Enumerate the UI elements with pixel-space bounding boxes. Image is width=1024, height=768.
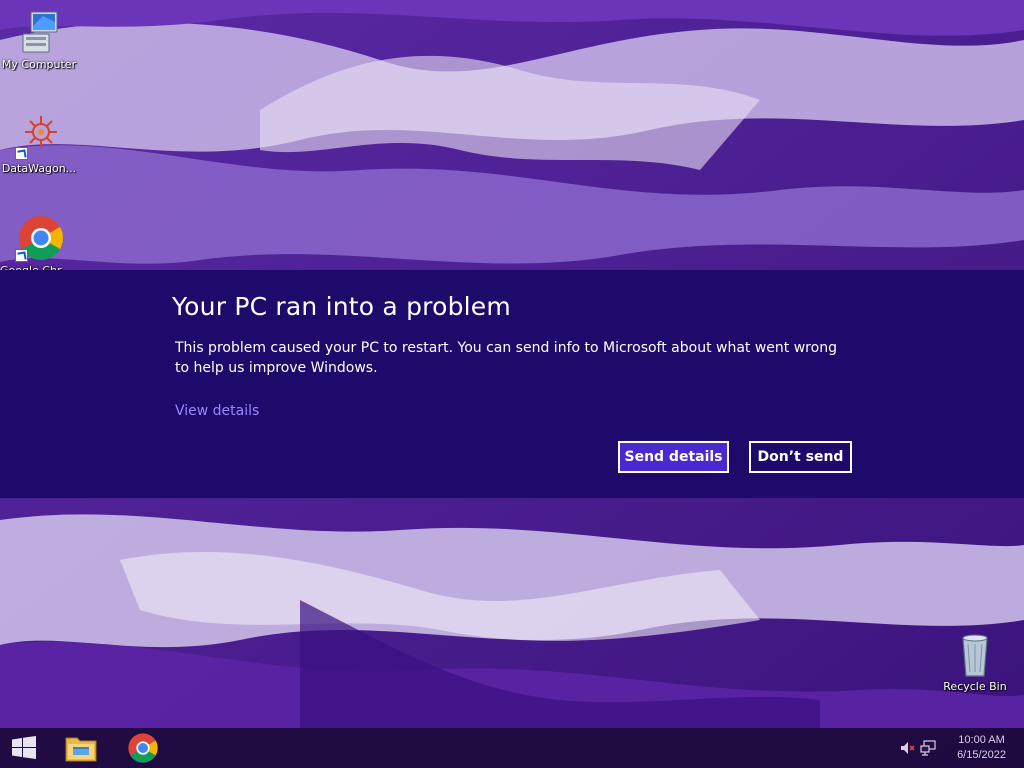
recycle-bin-icon <box>951 630 999 678</box>
desktop-icon-datawagon[interactable]: DataWagon... <box>0 112 78 175</box>
dialog-message: This problem caused your PC to restart. … <box>175 340 837 376</box>
network-icon <box>920 740 936 756</box>
network-button[interactable] <box>918 728 938 768</box>
dont-send-button[interactable]: Don’t send <box>749 441 852 473</box>
clock[interactable]: 10:00 AM 6/15/2022 <box>957 733 1006 763</box>
file-explorer-icon <box>65 737 97 762</box>
clock-time: 10:00 AM <box>958 734 1005 746</box>
desktop-icon-label: DataWagon... <box>1 162 77 175</box>
view-details-link[interactable]: View details <box>175 403 259 419</box>
computer-icon <box>15 8 63 56</box>
desktop-icon-recycle-bin[interactable]: Recycle Bin <box>936 630 1014 693</box>
volume-muted-icon <box>901 742 915 754</box>
desktop-icon-label: Recycle Bin <box>943 680 1007 693</box>
shortcut-arrow-icon <box>15 147 28 160</box>
desktop: My Computer DataWagon... Recycle Bin You… <box>0 0 1024 768</box>
volume-button[interactable] <box>898 728 918 768</box>
desktop-icon-chrome[interactable]: Google Chrome <box>0 214 78 277</box>
chrome-icon <box>128 733 158 763</box>
shortcut-arrow-icon <box>15 249 28 262</box>
start-button[interactable] <box>0 728 48 768</box>
taskbar: 10:00 AM 6/15/2022 <box>0 728 1024 768</box>
desktop-icon-label: My Computer <box>1 58 77 71</box>
windows-start-icon <box>12 736 36 759</box>
taskbar-file-explorer[interactable] <box>56 728 106 768</box>
problem-dialog: Your PC ran into a problem This problem … <box>0 270 1024 498</box>
chrome-icon <box>15 214 63 262</box>
datawagon-icon <box>15 112 63 160</box>
system-tray: 10:00 AM 6/15/2022 <box>884 728 1024 768</box>
send-details-button[interactable]: Send details <box>618 441 729 473</box>
taskbar-chrome[interactable] <box>118 728 168 768</box>
clock-date: 6/15/2022 <box>957 749 1006 761</box>
dialog-title: Your PC ran into a problem <box>172 292 511 321</box>
desktop-icon-my-computer[interactable]: My Computer <box>0 8 78 71</box>
